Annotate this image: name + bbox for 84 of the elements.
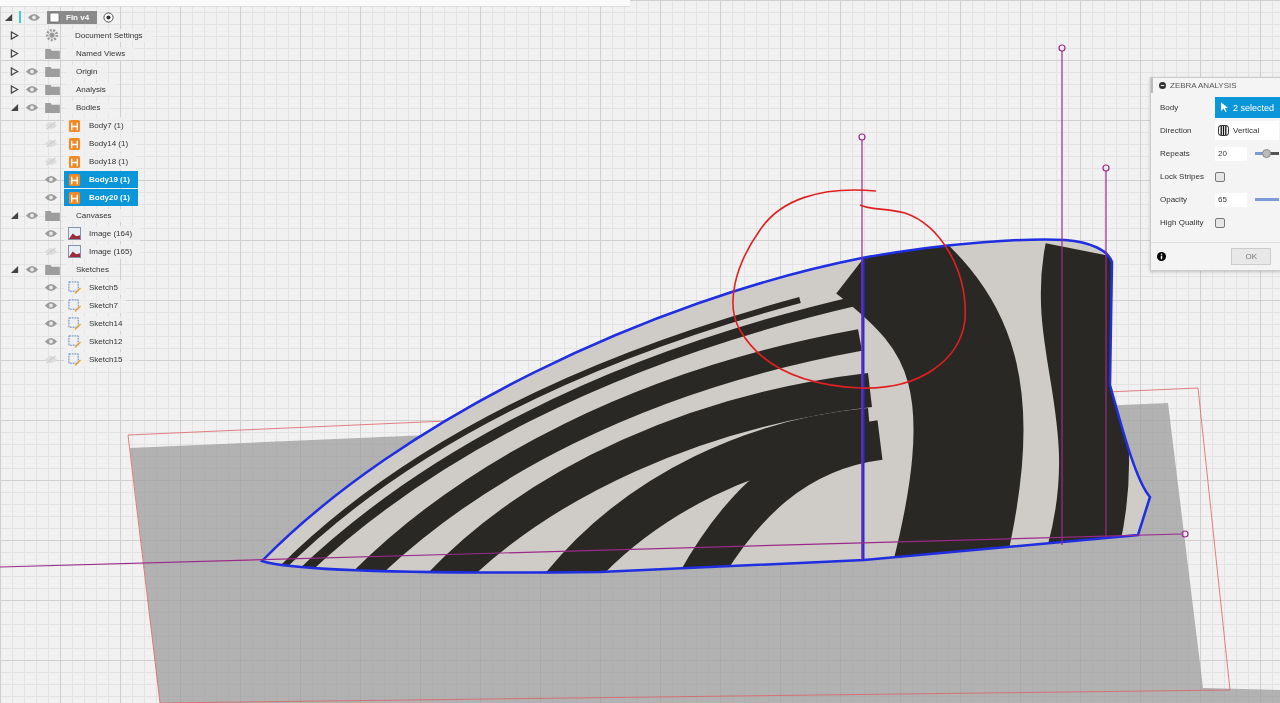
eye-icon[interactable] [44,300,58,310]
expand-icon[interactable] [10,84,19,94]
checkbox[interactable] [1215,217,1225,228]
hidden-eye-icon[interactable] [44,156,58,166]
eye-icon[interactable] [44,336,58,346]
expand-icon[interactable] [10,66,19,76]
tree-item[interactable]: Image (164) [64,225,141,241]
gear-icon [45,28,59,42]
folder-icon [45,65,60,77]
slider-track[interactable] [1255,198,1279,201]
field-label: Opacity [1160,195,1189,204]
eye-icon[interactable] [44,318,58,328]
eye-icon[interactable] [25,264,39,274]
collapse-icon[interactable] [10,264,19,274]
cylinder-icon [68,171,81,187]
field-label: Repeats [1160,149,1191,158]
eye-icon[interactable] [44,192,58,202]
cylinder-icon [68,153,81,169]
tree-node[interactable]: Sketches [66,262,119,276]
field-label: Direction [1160,126,1193,135]
tree-node[interactable]: Document Settings [65,28,153,42]
tree-item[interactable]: Sketch5 [64,279,126,295]
tree-item[interactable]: Sketch7 [64,297,126,313]
collapse-icon[interactable] [10,210,19,220]
tree-item[interactable]: Sketch15 [64,351,131,367]
hidden-eye-icon[interactable] [44,354,58,364]
sketch-icon [68,334,81,348]
hidden-eye-icon[interactable] [44,120,58,130]
field-label: Lock Stripes [1160,172,1206,181]
cursor-icon [1221,102,1228,113]
tree-node[interactable]: Bodies [66,100,111,114]
tree-node[interactable]: Canvases [66,208,122,222]
sketch-icon [68,280,81,294]
sketch-icon [68,316,81,330]
collapse-icon[interactable] [4,12,13,22]
tree-item[interactable]: Image (165) [64,243,141,259]
eye-icon[interactable] [25,210,39,220]
direction-dropdown[interactable]: Vertical [1215,121,1280,140]
info-icon[interactable] [1157,252,1166,261]
collapse-icon[interactable] [1159,82,1166,89]
folder-icon [45,209,60,221]
eye-icon[interactable] [25,84,39,94]
checkbox[interactable] [1215,171,1225,182]
slider-thumb[interactable] [1261,149,1271,158]
cylinder-icon [68,189,81,205]
cylinder-icon [68,135,81,151]
number-field[interactable]: 20 [1215,146,1247,161]
number-field[interactable]: 65 [1215,192,1247,207]
eye-icon[interactable] [44,174,58,184]
tree-item[interactable]: Body18 (1) [64,152,137,170]
tree-item[interactable]: Sketch12 [64,333,131,349]
eye-icon[interactable] [27,12,41,22]
eye-icon[interactable] [25,102,39,112]
ok-button[interactable]: OK [1231,248,1271,265]
cylinder-icon [68,117,81,133]
sketch-icon [68,352,81,366]
folder-icon [45,263,60,275]
folder-icon [45,101,60,113]
expand-icon[interactable] [10,48,19,58]
tree-node[interactable]: Named Views [66,46,136,60]
slider-track[interactable] [1255,152,1279,155]
expand-icon[interactable] [10,30,19,40]
component-icon [49,11,60,23]
image-icon [68,226,81,240]
eye-icon[interactable] [44,228,58,238]
tree-item[interactable]: Body14 (1) [64,134,137,152]
image-icon [68,244,81,258]
sketch-icon [68,298,81,312]
tree-item[interactable]: Body7 (1) [64,116,132,134]
panel-title: ZEBRA ANALYSIS [1170,81,1237,90]
collapse-icon[interactable] [10,102,19,112]
eye-icon[interactable] [25,66,39,76]
tree-item[interactable]: Sketch14 [64,315,131,331]
hidden-eye-icon[interactable] [44,246,58,256]
folder-icon [45,47,60,59]
tree-node[interactable]: Analysis [66,82,116,96]
stripes-icon [1218,125,1229,136]
folder-icon [45,83,60,95]
field-label: Body [1160,103,1180,112]
tree-node[interactable]: Origin [66,64,108,78]
eye-icon[interactable] [44,282,58,292]
hidden-eye-icon[interactable] [44,138,58,148]
field-label: High Quality [1160,218,1205,227]
radio-icon[interactable] [103,11,115,23]
